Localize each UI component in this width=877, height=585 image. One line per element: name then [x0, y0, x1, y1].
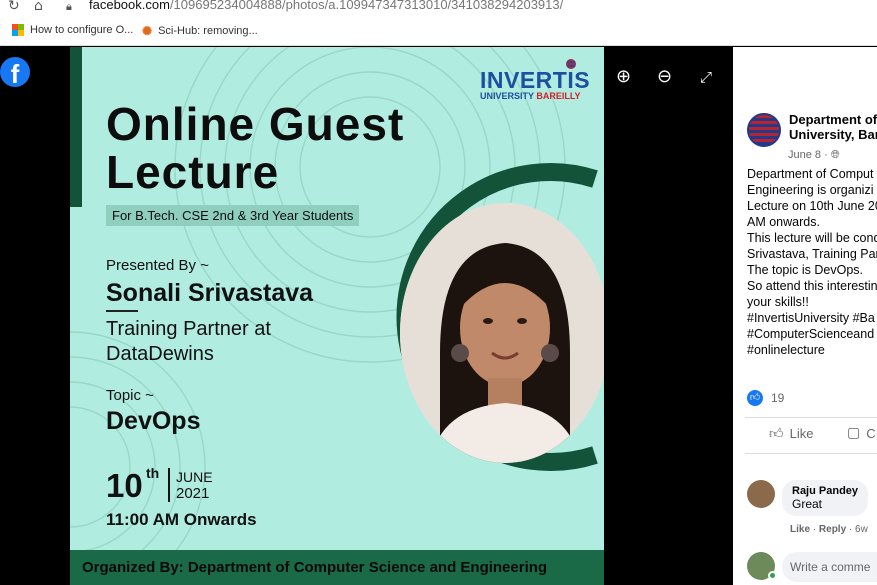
organizer-text: Organized By: Department of Computer Sci… — [82, 559, 548, 576]
comment-input[interactable]: Write a comme — [782, 552, 877, 582]
commenter-name[interactable]: Raju Pandey — [792, 485, 858, 497]
like-button[interactable]: 👍︎ Like — [769, 425, 814, 442]
post-body: Department of Comput Engineering is orga… — [747, 167, 877, 357]
presenter-name: Sonali Srivastava — [106, 279, 314, 307]
presenter-photo — [400, 203, 604, 463]
facebook-logo-icon[interactable]: f — [0, 57, 30, 87]
invertis-logo: INVERTIS UNIVERSITY BAREILLY — [480, 67, 591, 101]
comment-text: Great — [792, 497, 823, 511]
date-divider — [168, 468, 170, 502]
topic-value: DevOps — [106, 407, 201, 435]
divider — [745, 417, 877, 418]
page-avatar[interactable] — [747, 113, 781, 147]
comment-actions: Like · Reply · 6w — [790, 524, 868, 535]
bookmark-item[interactable]: ✺ Sci-Hub: removing... — [142, 24, 258, 38]
presented-by-label: Presented By ~ — [106, 257, 209, 274]
comment-button[interactable]: ▢ C — [847, 425, 876, 441]
post-sidebar: Department of University, Bare June 8 · … — [733, 47, 877, 585]
audience-label: For B.Tech. CSE 2nd & 3rd Year Students — [106, 205, 360, 226]
event-day-suffix: th — [146, 465, 160, 481]
event-month: JUNE — [176, 469, 213, 485]
zoom-out-icon[interactable]: ⊖ — [657, 66, 672, 87]
online-status-dot — [768, 571, 777, 580]
comment-bubble: Raju Pandey Great — [782, 480, 869, 516]
event-time: 11:00 AM Onwards — [106, 510, 257, 529]
bookmark-item[interactable]: How to configure O... — [12, 24, 133, 36]
post-author[interactable]: Department of University, Bare — [789, 112, 877, 142]
scihub-icon: ✺ — [142, 24, 153, 38]
lock-icon[interactable]: 🔒︎ — [66, 0, 72, 14]
university-seal-icon — [566, 59, 576, 69]
globe-icon: 🌐︎ — [830, 148, 840, 161]
comment-reply-link[interactable]: Reply — [819, 524, 846, 535]
divider — [745, 453, 877, 454]
thumbs-up-icon: 👍︎ — [747, 390, 763, 406]
bookmark-label: Sci-Hub: removing... — [158, 25, 258, 37]
windows-icon — [12, 24, 24, 36]
event-poster: INVERTIS UNIVERSITY BAREILLY Online Gues… — [70, 47, 604, 585]
home-icon[interactable]: ⌂ — [34, 0, 43, 14]
comment-like-link[interactable]: Like — [790, 524, 810, 535]
comment-icon: ▢ — [847, 425, 861, 441]
topic-label: Topic ~ — [106, 387, 154, 404]
commenter-avatar[interactable] — [747, 480, 775, 508]
like-count: 19 — [771, 391, 785, 405]
bookmark-label: How to configure O... — [30, 24, 134, 36]
poster-title-line2: Lecture — [106, 146, 280, 198]
comment-age: 6w — [855, 524, 868, 535]
presenter-role: Training Partner at DataDewins — [106, 318, 271, 365]
accent-stripe — [70, 47, 82, 207]
event-year: 2021 — [176, 485, 210, 502]
event-day: 10 — [106, 467, 143, 504]
browser-address-bar: ↻ ⌂ 🔒︎ facebook.com/109695234004888/phot… — [0, 0, 877, 16]
fullscreen-icon[interactable]: ⤢ — [700, 68, 712, 86]
zoom-in-icon[interactable]: ⊕ — [616, 66, 631, 87]
reaction-summary[interactable]: 👍︎ 19 — [747, 390, 784, 406]
poster-title: Online Guest — [106, 98, 405, 150]
url-field[interactable]: facebook.com/109695234004888/photos/a.10… — [89, 0, 563, 12]
post-timestamp[interactable]: June 8 · 🌐︎ — [788, 148, 840, 162]
bookmarks-bar: How to configure O... ✺ Sci-Hub: removin… — [0, 16, 877, 46]
name-underline — [106, 310, 138, 312]
thumbs-up-outline-icon: 👍︎ — [769, 426, 784, 442]
reload-icon[interactable]: ↻ — [8, 0, 20, 14]
organizer-banner: Organized By: Department of Computer Sci… — [70, 550, 604, 585]
